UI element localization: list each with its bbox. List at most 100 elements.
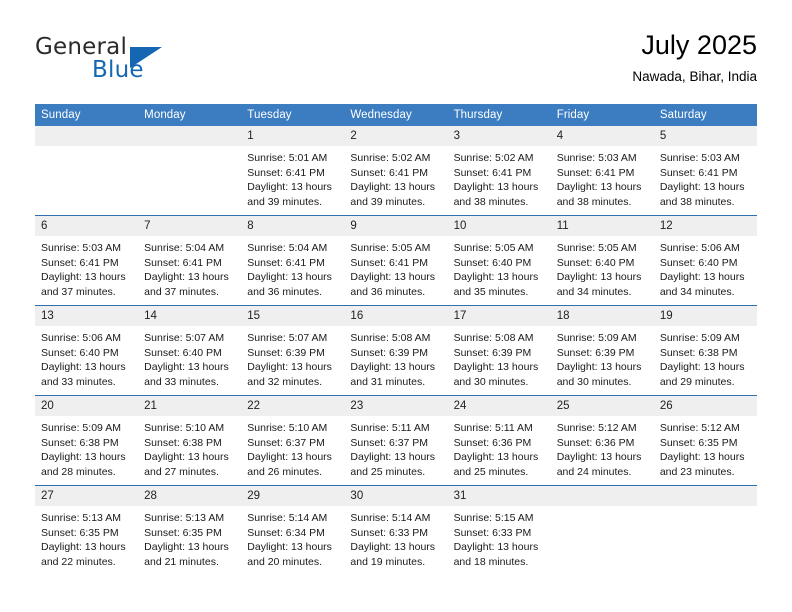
calendar-day-cell[interactable]: 25 Sunrise: 5:12 AM Sunset: 6:36 PM Dayligh… — [550, 395, 654, 486]
calendar-day-cell[interactable]: 8 Sunrise: 5:04 AM Sunset: 6:41 PM Daylight… — [241, 215, 345, 306]
sunrise-text: Sunrise: 5:08 AM — [350, 332, 431, 344]
calendar-day-cell[interactable]: 3 Sunrise: 5:02 AM Sunset: 6:41 PM Daylight… — [447, 126, 551, 216]
sunrise-text: Sunrise: 5:15 AM — [453, 512, 534, 524]
day-details: Sunrise: 5:10 AM Sunset: 6:37 PM Daylight:… — [241, 416, 344, 479]
sunset-text: Sunset: 6:39 PM — [350, 346, 429, 359]
calendar-day-cell[interactable]: 2 Sunrise: 5:02 AM Sunset: 6:41 PM Daylight… — [344, 126, 448, 216]
sunrise-text: Sunrise: 5:13 AM — [41, 512, 121, 524]
sunrise-text: Sunrise: 5:13 AM — [144, 512, 225, 524]
calendar-day-cell[interactable]: 20 Sunrise: 5:09 AM Sunset: 6:38 PM Dayligh… — [35, 395, 139, 486]
daylight-text: Daylight: 13 hours and 20 minutes. — [247, 541, 332, 568]
calendar-day-cell[interactable]: 1 Sunrise: 5:01 AM Sunset: 6:41 PM Daylight… — [241, 126, 345, 216]
calendar-day-cell[interactable]: 22 Sunrise: 5:10 AM Sunset: 6:37 PM Dayligh… — [241, 395, 345, 486]
sunset-text: Sunset: 6:41 PM — [41, 256, 119, 269]
day-details: Sunrise: 5:01 AM Sunset: 6:41 PM Daylight:… — [241, 146, 344, 209]
sunrise-text: Sunrise: 5:14 AM — [350, 512, 431, 524]
title-block: July 2025 Nawada, Bihar, India — [632, 28, 757, 87]
daylight-text: Daylight: 13 hours and 38 minutes. — [453, 181, 539, 208]
daylight-text: Daylight: 13 hours and 26 minutes. — [247, 451, 332, 478]
sunset-text: Sunset: 6:41 PM — [247, 256, 325, 269]
calendar-week-row: 27 Sunrise: 5:13 AM Sunset: 6:35 PM Dayligh… — [35, 485, 757, 575]
calendar-day-cell[interactable]: 14 Sunrise: 5:07 AM Sunset: 6:40 PM Dayligh… — [138, 305, 242, 396]
day-number: 4 — [550, 126, 654, 146]
day-details: Sunrise: 5:11 AM Sunset: 6:37 PM Daylight:… — [344, 416, 447, 479]
sunrise-text: Sunrise: 5:07 AM — [247, 332, 328, 344]
sunset-text: Sunset: 6:36 PM — [453, 436, 532, 449]
day-number: 28 — [138, 486, 242, 506]
day-details: Sunrise: 5:13 AM Sunset: 6:35 PM Daylight:… — [35, 506, 138, 569]
sunrise-text: Sunrise: 5:04 AM — [144, 242, 225, 254]
day-number: 19 — [653, 306, 757, 326]
day-number — [550, 486, 654, 506]
day-number: 15 — [241, 306, 345, 326]
calendar-day-cell[interactable]: 16 Sunrise: 5:08 AM Sunset: 6:39 PM Dayligh… — [344, 305, 448, 396]
daylight-text: Daylight: 13 hours and 27 minutes. — [144, 451, 229, 478]
daylight-text: Daylight: 13 hours and 34 minutes. — [659, 271, 745, 298]
sunrise-text: Sunrise: 5:04 AM — [247, 242, 328, 254]
daylight-text: Daylight: 13 hours and 38 minutes. — [556, 181, 642, 208]
calendar-week-row: 1 Sunrise: 5:01 AM Sunset: 6:41 PM Daylight… — [35, 126, 757, 216]
calendar-day-cell[interactable]: 5 Sunrise: 5:03 AM Sunset: 6:41 PM Daylight… — [653, 126, 757, 216]
calendar-day-cell[interactable]: 28 Sunrise: 5:13 AM Sunset: 6:35 PM Dayligh… — [138, 485, 242, 575]
calendar-day-cell[interactable]: 11 Sunrise: 5:05 AM Sunset: 6:40 PM Dayligh… — [550, 215, 654, 306]
calendar-day-cell[interactable]: 30 Sunrise: 5:14 AM Sunset: 6:33 PM Dayligh… — [344, 485, 448, 575]
daylight-text: Daylight: 13 hours and 39 minutes. — [247, 181, 332, 208]
sunset-text: Sunset: 6:40 PM — [659, 256, 738, 269]
sunset-text: Sunset: 6:41 PM — [659, 166, 738, 179]
calendar-day-cell[interactable]: 27 Sunrise: 5:13 AM Sunset: 6:35 PM Dayligh… — [35, 485, 139, 575]
day-details: Sunrise: 5:08 AM Sunset: 6:39 PM Daylight:… — [448, 326, 551, 389]
calendar-day-cell[interactable]: 23 Sunrise: 5:11 AM Sunset: 6:37 PM Dayligh… — [344, 395, 448, 486]
calendar-day-cell-empty — [550, 485, 654, 575]
calendar-day-cell[interactable]: 7 Sunrise: 5:04 AM Sunset: 6:41 PM Daylight… — [138, 215, 242, 306]
calendar-day-cell[interactable]: 13 Sunrise: 5:06 AM Sunset: 6:40 PM Dayligh… — [35, 305, 139, 396]
calendar-day-cell[interactable]: 21 Sunrise: 5:10 AM Sunset: 6:38 PM Dayligh… — [138, 395, 242, 486]
sunrise-text: Sunrise: 5:02 AM — [453, 152, 534, 164]
daylight-text: Daylight: 13 hours and 30 minutes. — [453, 361, 539, 388]
calendar-day-cell[interactable]: 17 Sunrise: 5:08 AM Sunset: 6:39 PM Dayligh… — [447, 305, 551, 396]
sunset-text: Sunset: 6:38 PM — [41, 436, 119, 449]
calendar-day-cell[interactable]: 18 Sunrise: 5:09 AM Sunset: 6:39 PM Dayligh… — [550, 305, 654, 396]
sunrise-text: Sunrise: 5:12 AM — [556, 422, 637, 434]
day-details: Sunrise: 5:03 AM Sunset: 6:41 PM Daylight:… — [654, 146, 757, 209]
sunrise-text: Sunrise: 5:08 AM — [453, 332, 534, 344]
calendar-day-cell[interactable]: 31 Sunrise: 5:15 AM Sunset: 6:33 PM Dayligh… — [447, 485, 551, 575]
calendar-day-cell[interactable]: 19 Sunrise: 5:09 AM Sunset: 6:38 PM Dayligh… — [653, 305, 757, 396]
sunset-text: Sunset: 6:37 PM — [247, 436, 325, 449]
calendar-day-cell[interactable]: 9 Sunrise: 5:05 AM Sunset: 6:41 PM Daylight… — [344, 215, 448, 306]
day-details: Sunrise: 5:03 AM Sunset: 6:41 PM Daylight:… — [551, 146, 654, 209]
daylight-text: Daylight: 13 hours and 25 minutes. — [453, 451, 539, 478]
sunrise-text: Sunrise: 5:10 AM — [144, 422, 225, 434]
calendar-day-cell[interactable]: 29 Sunrise: 5:14 AM Sunset: 6:34 PM Dayligh… — [241, 485, 345, 575]
calendar-day-cell[interactable]: 4 Sunrise: 5:03 AM Sunset: 6:41 PM Daylight… — [550, 126, 654, 216]
day-number: 2 — [344, 126, 448, 146]
calendar-day-cell[interactable]: 10 Sunrise: 5:05 AM Sunset: 6:40 PM Dayligh… — [447, 215, 551, 306]
daylight-text: Daylight: 13 hours and 21 minutes. — [144, 541, 229, 568]
daylight-text: Daylight: 13 hours and 33 minutes. — [41, 361, 126, 388]
day-number: 9 — [344, 216, 448, 236]
daylight-text: Daylight: 13 hours and 39 minutes. — [350, 181, 436, 208]
day-details: Sunrise: 5:05 AM Sunset: 6:40 PM Daylight:… — [448, 236, 551, 299]
sunrise-text: Sunrise: 5:09 AM — [41, 422, 121, 434]
day-details: Sunrise: 5:12 AM Sunset: 6:35 PM Daylight:… — [654, 416, 757, 479]
sunrise-text: Sunrise: 5:14 AM — [247, 512, 328, 524]
calendar-day-cell[interactable]: 6 Sunrise: 5:03 AM Sunset: 6:41 PM Daylight… — [35, 215, 139, 306]
calendar-page: General Blue July 2025 Nawada, Bihar, In… — [0, 0, 792, 612]
day-number: 12 — [653, 216, 757, 236]
sunset-text: Sunset: 6:35 PM — [41, 526, 119, 539]
day-number: 21 — [138, 396, 242, 416]
calendar-day-cell[interactable]: 24 Sunrise: 5:11 AM Sunset: 6:36 PM Dayligh… — [447, 395, 551, 486]
general-blue-logo[interactable]: General Blue — [35, 34, 275, 94]
day-number: 3 — [447, 126, 551, 146]
daylight-text: Daylight: 13 hours and 28 minutes. — [41, 451, 126, 478]
day-number: 30 — [344, 486, 448, 506]
day-details: Sunrise: 5:04 AM Sunset: 6:41 PM Daylight:… — [241, 236, 344, 299]
calendar-day-cell[interactable]: 15 Sunrise: 5:07 AM Sunset: 6:39 PM Dayligh… — [241, 305, 345, 396]
sunset-text: Sunset: 6:41 PM — [350, 256, 429, 269]
sunset-text: Sunset: 6:41 PM — [453, 166, 532, 179]
calendar-day-cell[interactable]: 26 Sunrise: 5:12 AM Sunset: 6:35 PM Dayligh… — [653, 395, 757, 486]
sunset-text: Sunset: 6:39 PM — [453, 346, 532, 359]
day-number: 25 — [550, 396, 654, 416]
calendar-day-cell[interactable]: 12 Sunrise: 5:06 AM Sunset: 6:40 PM Dayligh… — [653, 215, 757, 306]
day-number — [653, 486, 757, 506]
day-details: Sunrise: 5:09 AM Sunset: 6:39 PM Daylight:… — [551, 326, 654, 389]
